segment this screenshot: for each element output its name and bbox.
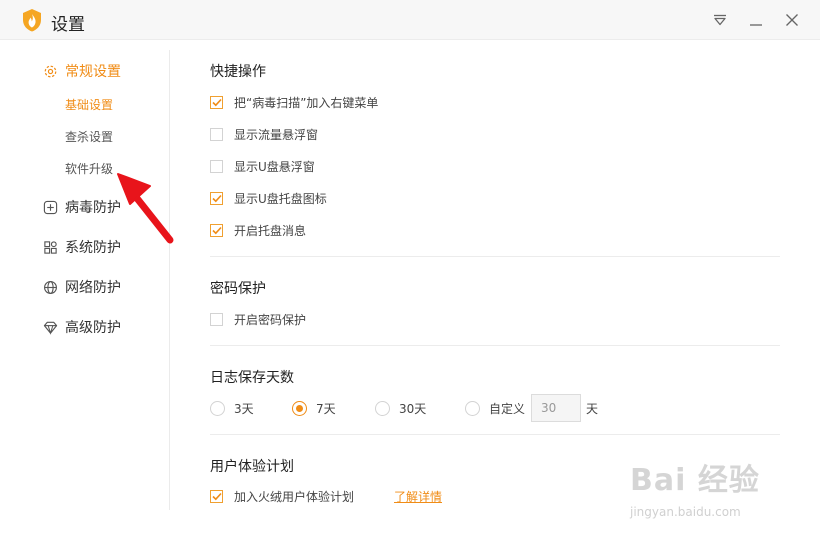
checkbox-usb-tray-icon[interactable]: 显示U盘托盘图标 — [210, 190, 327, 206]
huorong-logo-icon — [23, 9, 41, 32]
checkbox-label: 开启密码保护 — [234, 312, 307, 327]
radio-unselected-icon — [465, 400, 480, 416]
checkbox-label: 加入火绒用户体验计划 — [234, 489, 355, 504]
menu-dropdown-icon — [714, 14, 726, 26]
checkbox-unchecked-icon — [210, 127, 223, 141]
checkbox-label: 显示U盘悬浮窗 — [234, 159, 315, 174]
sidebar-item-label: 病毒防护 — [65, 200, 121, 216]
close-icon — [786, 14, 798, 26]
title-bar: 设置 — [0, 0, 820, 40]
sidebar-divider — [169, 50, 170, 510]
radio-unselected-icon — [375, 400, 390, 416]
minimize-icon — [750, 24, 762, 26]
sidebar-item-network-protection[interactable]: 网络防护 — [42, 277, 121, 297]
grid-icon — [42, 239, 58, 255]
checkbox-checked-icon — [210, 191, 223, 205]
checkbox-usb-float[interactable]: 显示U盘悬浮窗 — [210, 158, 315, 174]
checkbox-join-ux-plan[interactable]: 加入火绒用户体验计划 — [210, 488, 354, 504]
radio-custom-days[interactable]: 自定义 — [465, 399, 525, 417]
sub-item-scan-settings[interactable]: 查杀设置 — [65, 129, 113, 145]
checkbox-label: 开启托盘消息 — [234, 223, 307, 238]
checkbox-label: 显示流量悬浮窗 — [234, 127, 319, 142]
checkbox-tray-messages[interactable]: 开启托盘消息 — [210, 222, 306, 238]
minimize-button[interactable] — [745, 9, 767, 31]
section-title-log-days: 日志保存天数 — [210, 370, 294, 386]
sub-item-basic-settings[interactable]: 基础设置 — [65, 97, 113, 113]
days-unit-label: 天 — [586, 402, 599, 416]
menu-button[interactable] — [709, 9, 731, 31]
watermark-main-text: Bai 经验 — [630, 463, 760, 498]
gear-icon — [42, 63, 58, 79]
sub-item-software-upgrade[interactable]: 软件升级 — [65, 161, 113, 177]
checkbox-add-scan-context-menu[interactable]: 把“病毒扫描”加入右键菜单 — [210, 94, 378, 110]
radio-label: 自定义 — [489, 401, 526, 416]
globe-icon — [42, 279, 58, 295]
section-title-ux-plan: 用户体验计划 — [210, 459, 294, 475]
checkbox-checked-icon — [210, 95, 223, 109]
watermark-sub-text: jingyan.baidu.com — [630, 505, 741, 519]
sidebar-item-label: 网络防护 — [65, 280, 121, 296]
section-title-quick-ops: 快捷操作 — [210, 64, 266, 80]
close-button[interactable] — [781, 9, 803, 31]
radio-7-days[interactable]: 7天 — [292, 399, 336, 417]
checkbox-label: 显示U盘托盘图标 — [234, 191, 327, 206]
sidebar-item-general[interactable]: 常规设置 — [42, 61, 121, 81]
checkbox-unchecked-icon — [210, 312, 223, 326]
radio-label: 3天 — [234, 401, 254, 416]
window-title: 设置 — [51, 15, 85, 35]
section-divider — [210, 345, 780, 346]
checkbox-checked-icon — [210, 489, 223, 503]
sidebar-item-virus-protection[interactable]: 病毒防护 — [42, 197, 121, 217]
radio-label: 30天 — [399, 401, 427, 416]
radio-30-days[interactable]: 30天 — [375, 399, 426, 417]
radio-selected-icon — [292, 400, 307, 416]
radio-label: 7天 — [316, 401, 336, 416]
baidu-watermark: Bai 经验 jingyan.baidu.com — [630, 455, 760, 519]
sidebar-item-label: 系统防护 — [65, 240, 121, 256]
diamond-icon — [42, 319, 58, 335]
custom-days-input[interactable] — [531, 394, 581, 422]
radio-3-days[interactable]: 3天 — [210, 399, 254, 417]
checkbox-traffic-float[interactable]: 显示流量悬浮窗 — [210, 126, 318, 142]
sidebar-item-system-protection[interactable]: 系统防护 — [42, 237, 121, 257]
radio-unselected-icon — [210, 400, 225, 416]
section-title-password: 密码保护 — [210, 281, 266, 297]
checkbox-unchecked-icon — [210, 159, 223, 173]
sidebar-item-label: 常规设置 — [65, 64, 121, 80]
checkbox-label: 把“病毒扫描”加入右键菜单 — [234, 95, 379, 110]
checkbox-checked-icon — [210, 223, 223, 237]
plus-square-icon — [42, 199, 58, 215]
section-divider — [210, 256, 780, 257]
checkbox-password-protection[interactable]: 开启密码保护 — [210, 311, 306, 327]
learn-more-link[interactable]: 了解详情 — [394, 488, 442, 505]
sidebar-item-label: 高级防护 — [65, 320, 121, 336]
section-divider — [210, 434, 780, 435]
sidebar-item-advanced-protection[interactable]: 高级防护 — [42, 317, 121, 337]
